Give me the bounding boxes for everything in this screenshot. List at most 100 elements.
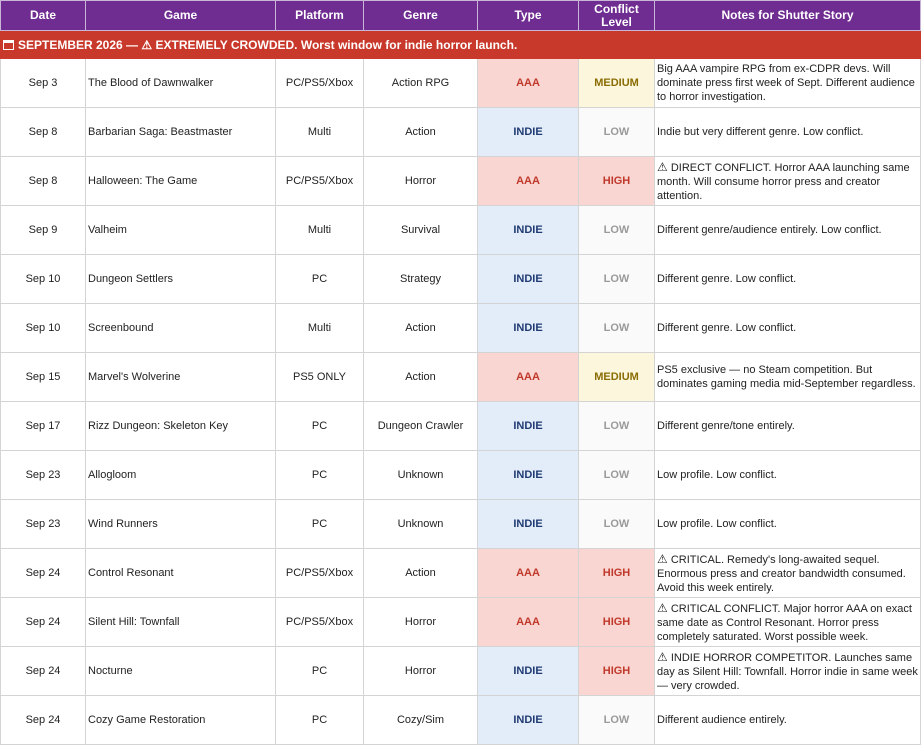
notes-text: CRITICAL CONFLICT. Major horror AAA on e… [657,602,912,643]
cell-genre: Horror [363,597,478,647]
notes-text: Big AAA vampire RPG from ex-CDPR devs. W… [657,63,915,103]
cell-notes: Different genre/audience entirely. Low c… [654,205,921,255]
cell-date: Sep 23 [0,450,86,500]
cell-conflict-level: LOW [578,205,655,255]
cell-conflict-level: LOW [578,695,655,745]
cell-genre: Action [363,303,478,353]
cell-date: Sep 3 [0,58,86,108]
cell-platform: PC [275,401,364,451]
cell-game: Allogloom [85,450,276,500]
cell-genre: Strategy [363,254,478,304]
cell-genre: Cozy/Sim [363,695,478,745]
col-header-type[interactable]: Type [477,0,579,31]
banner-warning-text: EXTREMELY CROWDED. Worst window for indi… [152,37,518,52]
cell-conflict-level: HIGH [578,646,655,696]
cell-date: Sep 8 [0,156,86,206]
table-row[interactable]: Sep 3 The Blood of Dawnwalker PC/PS5/Xbox A… [0,58,921,108]
cell-type: INDIE [477,695,579,745]
cell-game: Control Resonant [85,548,276,598]
cell-notes: ⚠ INDIE HORROR COMPETITOR. Launches same… [654,646,921,696]
cell-game: Nocturne [85,646,276,696]
cell-game: Valheim [85,205,276,255]
cell-notes: Big AAA vampire RPG from ex-CDPR devs. W… [654,58,921,108]
col-header-platform[interactable]: Platform [275,0,364,31]
cell-game: The Blood of Dawnwalker [85,58,276,108]
col-header-notes[interactable]: Notes for Shutter Story [654,0,921,31]
cell-type: AAA [477,597,579,647]
table-row[interactable]: Sep 10 Screenbound Multi Action INDIE LOW Diff… [0,303,921,353]
cell-genre: Action [363,352,478,402]
notes-text: PS5 exclusive — no Steam competition. Bu… [657,364,916,390]
cell-conflict-level: LOW [578,401,655,451]
cell-type: INDIE [477,401,579,451]
cell-date: Sep 24 [0,548,86,598]
cell-date: Sep 15 [0,352,86,402]
cell-conflict-level: HIGH [578,597,655,647]
month-label: SEPTEMBER 2026 — [18,37,142,52]
cell-date: Sep 24 [0,646,86,696]
table-row[interactable]: Sep 9 Valheim Multi Survival INDIE LOW Differe… [0,205,921,255]
cell-conflict-level: MEDIUM [578,58,655,108]
notes-text: Different genre/tone entirely. [657,420,795,432]
notes-text: Different genre. Low conflict. [657,273,797,285]
cell-conflict-level: LOW [578,450,655,500]
notes-text: Low profile. Low conflict. [657,469,777,481]
table-row[interactable]: Sep 10 Dungeon Settlers PC Strategy INDIE LOW… [0,254,921,304]
cell-notes: ⚠ CRITICAL CONFLICT. Major horror AAA on… [654,597,921,647]
col-header-game[interactable]: Game [85,0,276,31]
cell-genre: Action RPG [363,58,478,108]
cell-genre: Action [363,548,478,598]
table-row[interactable]: Sep 23 Allogloom PC Unknown INDIE LOW Low prof… [0,450,921,500]
table-row[interactable]: Sep 15 Marvel's Wolverine PS5 ONLY Action AA… [0,352,921,402]
cell-platform: Multi [275,107,364,157]
cell-notes: Different audience entirely. [654,695,921,745]
col-header-genre[interactable]: Genre [363,0,478,31]
cell-date: Sep 10 [0,254,86,304]
header-row: Date Game Platform Genre Type Conflict L… [0,0,921,31]
warning-icon: ⚠ [141,37,153,52]
cell-platform: PC/PS5/Xbox [275,156,364,206]
cell-platform: PC/PS5/Xbox [275,597,364,647]
table-row[interactable]: Sep 8 Barbarian Saga: Beastmaster Multi Act… [0,107,921,157]
warning-icon: ⚠ [657,600,668,615]
col-header-date[interactable]: Date [0,0,86,31]
notes-text: Different genre/audience entirely. Low c… [657,224,882,236]
cell-platform: Multi [275,205,364,255]
cell-genre: Unknown [363,450,478,500]
notes-text: Indie but very different genre. Low conf… [657,126,864,138]
cell-game: Screenbound [85,303,276,353]
cell-date: Sep 9 [0,205,86,255]
cell-platform: PC [275,254,364,304]
month-banner: SEPTEMBER 2026 — ⚠ EXTREMELY CROWDED. Wo… [0,30,921,59]
table-row[interactable]: Sep 24 Nocturne PC Horror INDIE HIGH ⚠ INDIE H… [0,646,921,696]
cell-platform: Multi [275,303,364,353]
cell-date: Sep 10 [0,303,86,353]
table-row[interactable]: Sep 24 Cozy Game Restoration PC Cozy/Sim IND… [0,695,921,745]
cell-type: AAA [477,156,579,206]
cell-genre: Horror [363,646,478,696]
cell-conflict-level: MEDIUM [578,352,655,402]
cell-type: INDIE [477,205,579,255]
cell-game: Halloween: The Game [85,156,276,206]
warning-icon: ⚠ [657,159,668,174]
cell-conflict-level: HIGH [578,156,655,206]
cell-conflict-level: LOW [578,303,655,353]
cell-type: INDIE [477,499,579,549]
table-row[interactable]: Sep 24 Control Resonant PC/PS5/Xbox Action A… [0,548,921,598]
cell-conflict-level: LOW [578,107,655,157]
cell-game: Marvel's Wolverine [85,352,276,402]
table-row[interactable]: Sep 24 Silent Hill: Townfall PC/PS5/Xbox Ho… [0,597,921,647]
table-row[interactable]: Sep 23 Wind Runners PC Unknown INDIE LOW Low p… [0,499,921,549]
table-row[interactable]: Sep 8 Halloween: The Game PC/PS5/Xbox Horro… [0,156,921,206]
cell-conflict-level: HIGH [578,548,655,598]
col-header-conflict-level[interactable]: Conflict Level [578,0,655,31]
notes-text: Different audience entirely. [657,714,787,726]
cell-platform: PC/PS5/Xbox [275,548,364,598]
cell-date: Sep 24 [0,695,86,745]
cell-genre: Horror [363,156,478,206]
cell-conflict-level: LOW [578,499,655,549]
cell-conflict-level: LOW [578,254,655,304]
cell-type: INDIE [477,107,579,157]
table-row[interactable]: Sep 17 Rizz Dungeon: Skeleton Key PC Dungeo… [0,401,921,451]
month-banner-row: SEPTEMBER 2026 — ⚠ EXTREMELY CROWDED. Wo… [0,30,921,59]
